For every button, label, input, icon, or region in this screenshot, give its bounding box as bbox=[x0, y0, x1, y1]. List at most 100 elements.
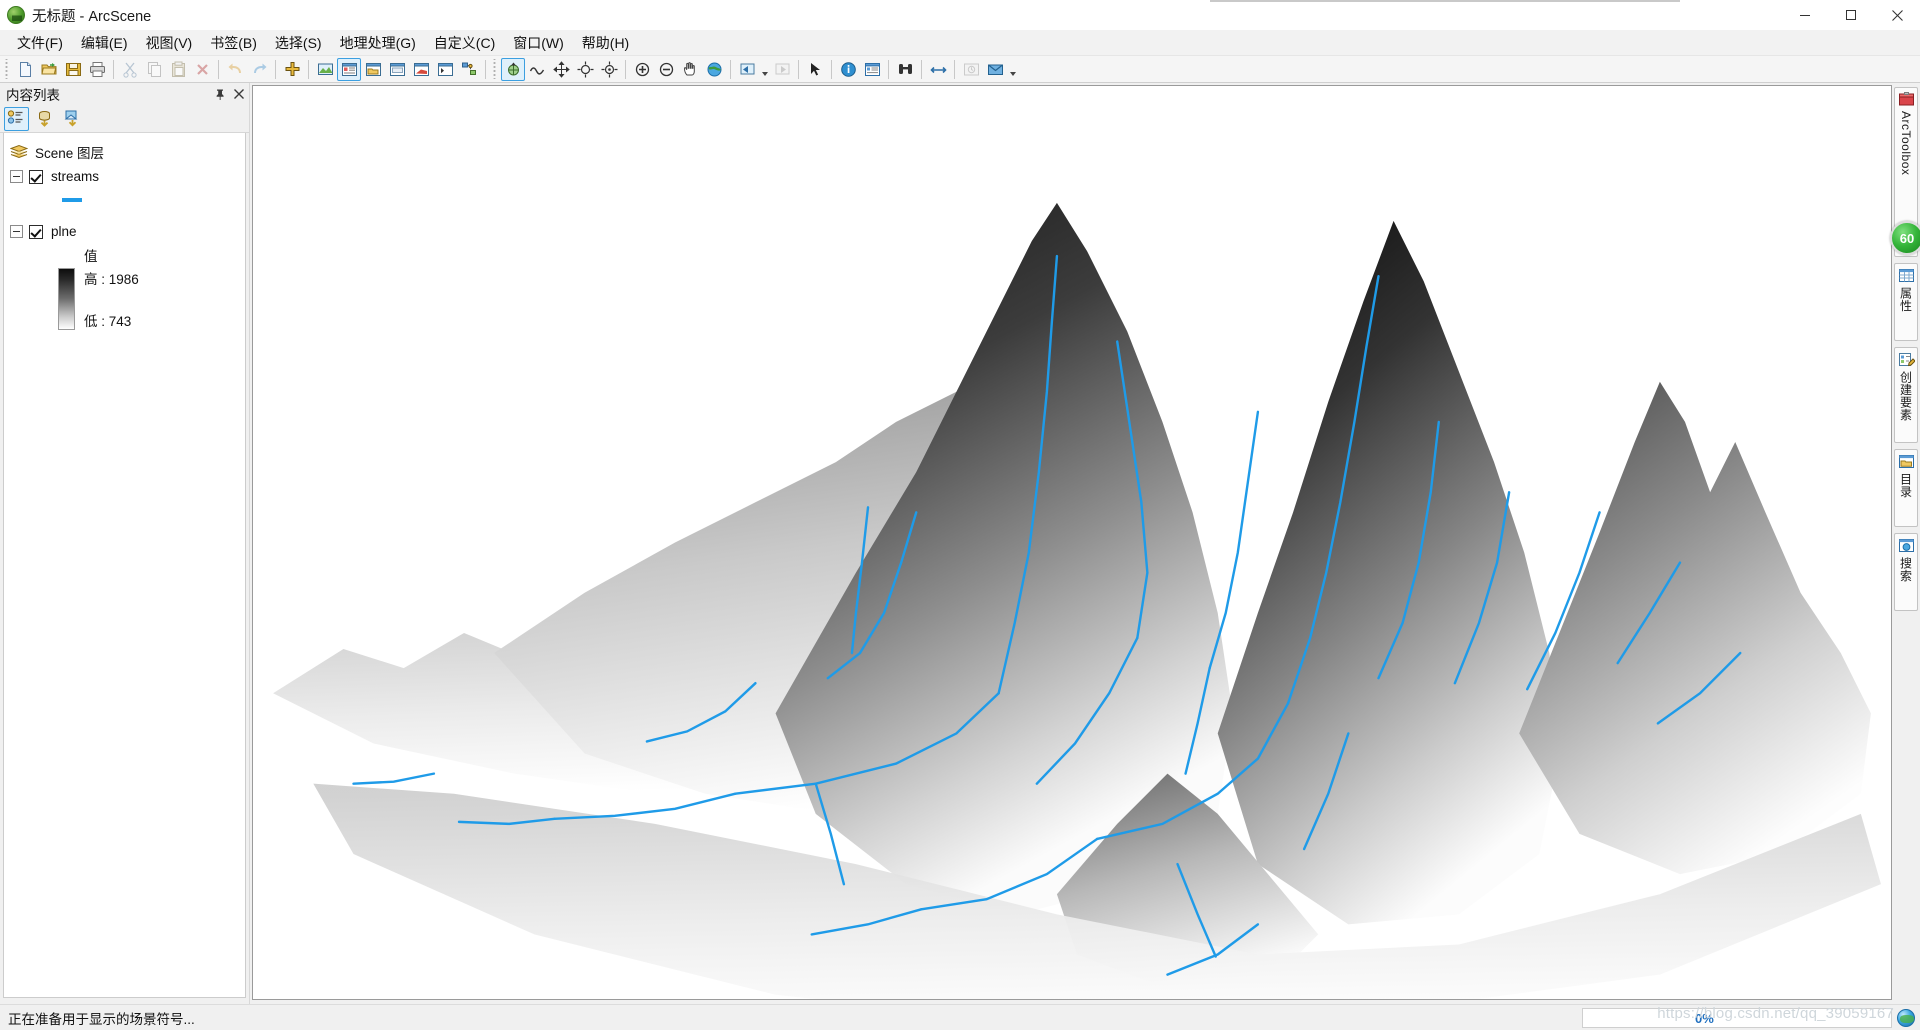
catalog-window-icon[interactable] bbox=[361, 58, 385, 81]
toolbar-separator bbox=[485, 59, 486, 79]
navigator-badge[interactable]: 60 bbox=[1890, 221, 1920, 255]
center-target-icon[interactable] bbox=[597, 58, 621, 81]
cut-scissors-icon[interactable] bbox=[118, 58, 142, 81]
window-title: 无标题 - ArcScene bbox=[32, 8, 152, 25]
open-folder-icon[interactable] bbox=[37, 58, 61, 81]
zoom-prev-extent-icon[interactable] bbox=[735, 58, 759, 81]
paste-icon[interactable] bbox=[166, 58, 190, 81]
collapse-expander-streams[interactable] bbox=[10, 170, 23, 183]
navigate-icon[interactable] bbox=[501, 57, 525, 81]
scene-properties-icon[interactable] bbox=[313, 58, 337, 81]
standard-toolbar bbox=[0, 56, 1920, 83]
layer-window-icon[interactable] bbox=[385, 58, 409, 81]
layers-icon bbox=[9, 144, 29, 159]
toc-root-label: Scene 图层 bbox=[35, 145, 105, 161]
arcscene-globe-icon bbox=[7, 6, 25, 24]
toolbar-overflow-button[interactable] bbox=[1007, 58, 1018, 81]
menu-selection[interactable]: 选择(S) bbox=[266, 30, 331, 56]
copy-icon[interactable] bbox=[142, 58, 166, 81]
next-extent-icon[interactable] bbox=[770, 58, 794, 81]
time-slider-icon[interactable] bbox=[959, 58, 983, 81]
zoom-target-icon[interactable] bbox=[573, 58, 597, 81]
dock-tab-properties[interactable]: 属性 bbox=[1894, 263, 1918, 341]
toc-header: 内容列表 bbox=[0, 83, 249, 105]
toolbar-grip[interactable] bbox=[492, 59, 498, 79]
table-of-contents-panel: 内容列表 Scene 图层 streams plne 值 高: 1986 低 … bbox=[0, 83, 250, 1004]
menu-bookmarks[interactable]: 书签(B) bbox=[201, 30, 266, 56]
zoom-extent-dropdown[interactable] bbox=[759, 58, 770, 81]
ramp-low-label: 低 : 743 bbox=[84, 314, 132, 329]
model-builder-icon[interactable] bbox=[457, 58, 481, 81]
new-document-icon[interactable] bbox=[13, 58, 37, 81]
find-binoculars-icon[interactable] bbox=[893, 58, 917, 81]
search-icon bbox=[1898, 537, 1915, 554]
terrain-render bbox=[273, 202, 1881, 999]
maximize-button[interactable] bbox=[1828, 0, 1874, 30]
progress-percent-label: 0% bbox=[1695, 1010, 1714, 1026]
window-controls bbox=[1782, 0, 1920, 30]
undo-arrow-icon[interactable] bbox=[223, 58, 247, 81]
menu-geoprocessing[interactable]: 地理处理(G) bbox=[331, 30, 425, 56]
toc-layer-tree[interactable]: Scene 图层 streams plne 值 高: 1986 低: 743 bbox=[3, 133, 246, 998]
menu-file[interactable]: 文件(F) bbox=[8, 30, 72, 56]
minimize-button[interactable] bbox=[1782, 0, 1828, 30]
dock-tab-catalog[interactable]: 目录 bbox=[1894, 449, 1918, 527]
toolbar-separator bbox=[831, 59, 832, 79]
list-by-drawing-order-icon[interactable] bbox=[4, 106, 29, 131]
menu-view[interactable]: 视图(V) bbox=[137, 30, 202, 56]
toolbar-separator bbox=[888, 59, 889, 79]
list-by-source-icon[interactable] bbox=[32, 107, 57, 131]
delete-x-icon[interactable] bbox=[190, 58, 214, 81]
python-window-icon[interactable] bbox=[433, 58, 457, 81]
3d-scene-view[interactable] bbox=[252, 85, 1892, 1000]
identify-info-icon[interactable] bbox=[836, 58, 860, 81]
layer-visibility-checkbox-plne[interactable] bbox=[29, 224, 43, 239]
background-window-edge bbox=[1210, 0, 1680, 2]
select-arrow-icon[interactable] bbox=[803, 58, 827, 81]
toc-root-scene-layers[interactable]: Scene 图层 bbox=[4, 139, 245, 164]
dock-tab-create-features[interactable]: 创建要素 bbox=[1894, 347, 1918, 443]
redo-arrow-icon[interactable] bbox=[247, 58, 271, 81]
toc-layer-streams[interactable]: streams bbox=[4, 164, 245, 189]
print-icon[interactable] bbox=[85, 58, 109, 81]
add-data-plus-icon[interactable] bbox=[280, 58, 304, 81]
zoom-out-icon[interactable] bbox=[654, 58, 678, 81]
save-icon[interactable] bbox=[61, 58, 85, 81]
hand-pan-icon[interactable] bbox=[678, 58, 702, 81]
close-button[interactable] bbox=[1874, 0, 1920, 30]
close-icon[interactable] bbox=[233, 88, 245, 100]
animation-window-icon[interactable] bbox=[409, 58, 433, 81]
toc-title: 内容列表 bbox=[6, 88, 60, 103]
list-by-visibility-icon[interactable] bbox=[60, 107, 85, 131]
toolbar-separator bbox=[308, 59, 309, 79]
full-extent-globe-icon[interactable] bbox=[702, 58, 726, 81]
arcscene-window: 无标题 - ArcScene 文件(F) 编辑(E) 视图(V) 书签(B) 选… bbox=[0, 0, 1920, 1030]
menu-window[interactable]: 窗口(W) bbox=[504, 30, 573, 56]
toolbar-separator bbox=[921, 59, 922, 79]
toc-layer-plne[interactable]: plne bbox=[4, 219, 245, 244]
layer-visibility-checkbox-streams[interactable] bbox=[29, 169, 43, 184]
toc-header-buttons bbox=[214, 83, 245, 105]
pin-icon[interactable] bbox=[214, 88, 226, 100]
menu-customize[interactable]: 自定义(C) bbox=[425, 30, 504, 56]
html-popup-icon[interactable] bbox=[860, 58, 884, 81]
elevation-color-ramp bbox=[58, 268, 75, 330]
dock-tab-label-arctoolbox: ArcToolbox bbox=[1899, 111, 1913, 176]
menu-help[interactable]: 帮助(H) bbox=[573, 30, 638, 56]
terrain-body bbox=[273, 202, 1881, 999]
menu-edit[interactable]: 编辑(E) bbox=[72, 30, 137, 56]
pan-3d-icon[interactable] bbox=[549, 58, 573, 81]
mail-map-icon[interactable] bbox=[983, 58, 1007, 81]
fly-icon[interactable] bbox=[525, 58, 549, 81]
progress-indicator: 0% bbox=[1582, 1008, 1892, 1028]
zoom-in-icon[interactable] bbox=[630, 58, 654, 81]
dock-tab-search[interactable]: 搜索 bbox=[1894, 533, 1918, 611]
dock-tab-label-create-features: 创建要素 bbox=[1898, 371, 1913, 421]
toolbar-grip[interactable] bbox=[4, 59, 10, 79]
ramp-high-label: 高 : 1986 bbox=[84, 272, 139, 287]
toolbar-separator bbox=[730, 59, 731, 79]
layer-name-streams: streams bbox=[51, 169, 100, 184]
collapse-expander-plne[interactable] bbox=[10, 225, 23, 238]
toc-window-icon[interactable] bbox=[337, 57, 361, 81]
measure-icon[interactable] bbox=[926, 58, 950, 81]
